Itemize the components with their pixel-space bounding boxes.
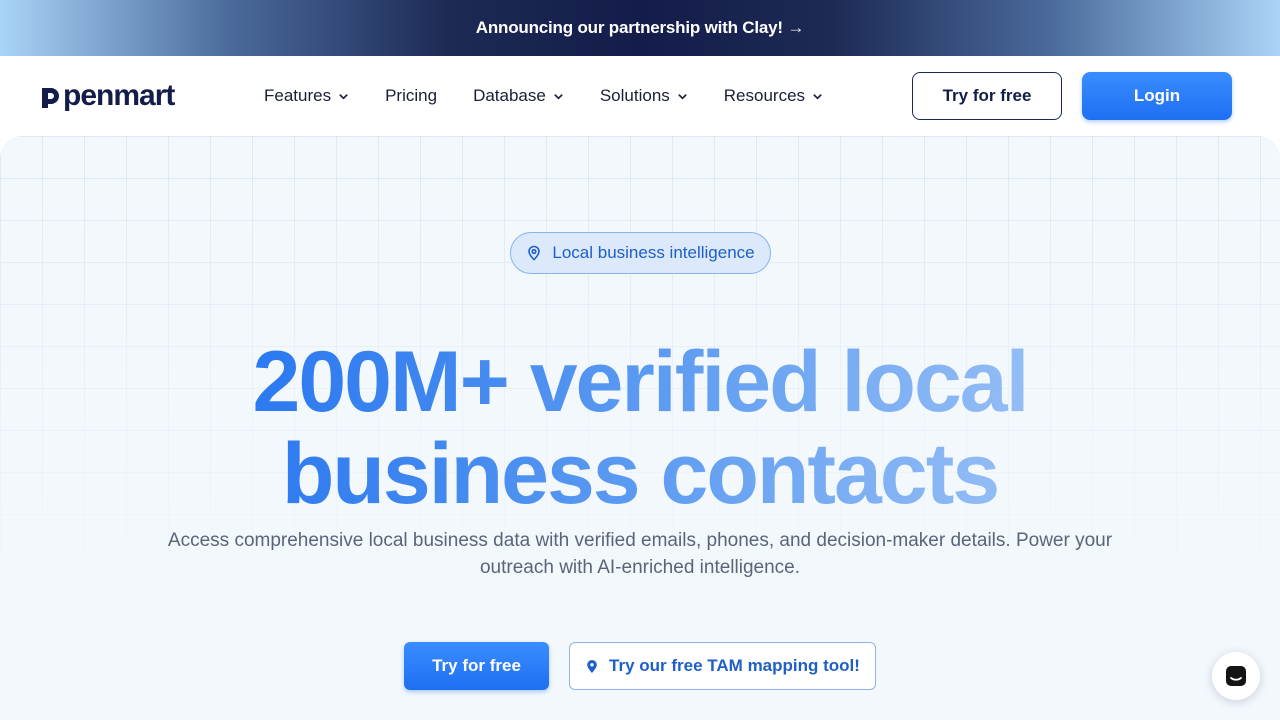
hero-section: Local business intelligence 200M+ verifi…: [0, 136, 1280, 720]
main-nav: Features Pricing Database Solutions Reso…: [264, 84, 859, 108]
hero-headline: 200M+ verified local business contacts: [140, 336, 1140, 520]
chevron-down-icon: [678, 93, 687, 99]
chevron-down-icon: [813, 93, 822, 99]
tam-mapping-tool-label: Try our free TAM mapping tool!: [609, 656, 860, 675]
chat-icon: [1226, 666, 1246, 686]
navbar: penmart Features Pricing Database Soluti…: [0, 56, 1280, 136]
chevron-down-icon: [554, 93, 563, 99]
nav-item-features[interactable]: Features: [264, 86, 349, 106]
logo-mark-icon: [42, 88, 59, 108]
nav-item-label: Solutions: [599, 86, 670, 105]
hero-badge: Local business intelligence: [510, 232, 771, 274]
chevron-down-icon: [339, 93, 348, 99]
nav-item-label: Features: [264, 86, 332, 105]
logo-text: penmart: [63, 79, 175, 112]
hero-headline-line-1: 200M+ verified local: [252, 334, 1028, 430]
nav-item-label: Pricing: [385, 86, 438, 105]
chat-widget-button[interactable]: [1212, 652, 1260, 700]
hero-headline-line-2: business contacts: [281, 426, 999, 522]
try-free-hero-button[interactable]: Try for free: [404, 642, 549, 690]
nav-item-pricing[interactable]: Pricing: [385, 86, 437, 106]
hero-badge-label: Local business intelligence: [552, 243, 755, 262]
announcement-link[interactable]: Announcing our partnership with Clay! →: [476, 18, 805, 38]
map-pin-icon: [528, 245, 541, 261]
nav-item-solutions[interactable]: Solutions: [600, 86, 688, 106]
logo[interactable]: penmart: [40, 79, 175, 112]
tam-mapping-tool-button[interactable]: Try our free TAM mapping tool!: [569, 642, 876, 690]
nav-item-label: Database: [473, 86, 546, 105]
map-pin-icon: [587, 659, 597, 673]
hero-subtext: Access comprehensive local business data…: [167, 530, 1113, 578]
try-free-header-button[interactable]: Try for free: [912, 72, 1062, 120]
nav-item-database[interactable]: Database: [473, 86, 564, 106]
nav-item-resources[interactable]: Resources: [724, 86, 823, 106]
nav-item-label: Resources: [723, 86, 806, 105]
announcement-bar: Announcing our partnership with Clay! →: [0, 0, 1280, 56]
login-button[interactable]: Login: [1082, 72, 1232, 120]
